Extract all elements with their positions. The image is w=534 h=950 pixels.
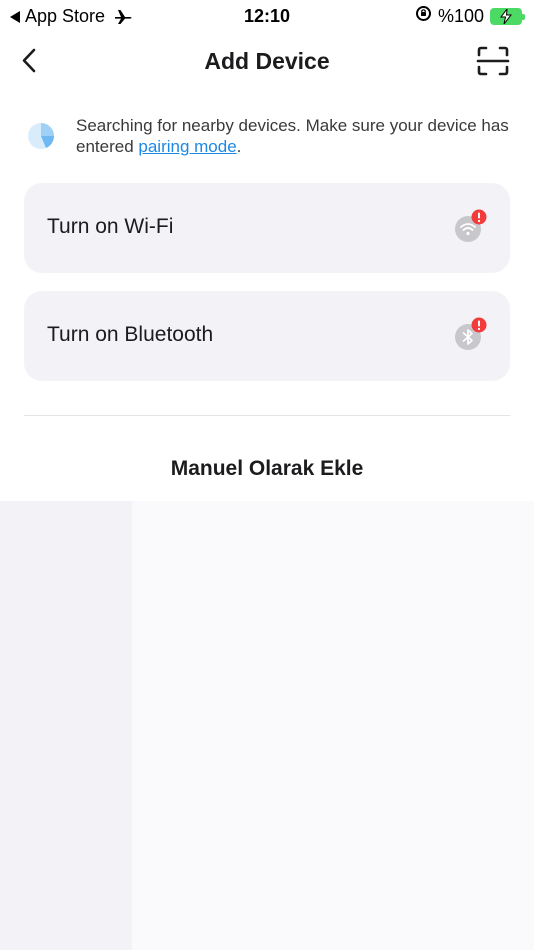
scan-icon [476,46,510,76]
turn-on-wifi-label: Turn on Wi-Fi [47,215,174,238]
turn-on-bluetooth-card[interactable]: Turn on Bluetooth [24,291,510,381]
device-list-area [132,501,534,950]
add-device-screen: App Store 12:10 %100 Add Device Searchin… [0,0,534,950]
navigation-bar: Add Device [0,36,534,88]
searching-banner: Searching for nearby devices. Make sure … [24,114,510,160]
bluetooth-off-icon [455,317,487,350]
scan-qr-button[interactable] [476,46,510,76]
manual-add-title: Manuel Olarak Ekle [170,457,364,480]
wifi-off-icon [455,209,487,242]
category-sidebar[interactable] [0,501,132,950]
turn-on-wifi-card[interactable]: Turn on Wi-Fi [24,183,510,273]
searching-message-suffix: . [236,137,242,156]
turn-on-bluetooth-label: Turn on Bluetooth [47,323,214,346]
battery-percent: %100 [437,5,484,26]
searching-message: Searching for nearby devices. Make sure … [76,115,516,157]
pairing-mode-link[interactable]: pairing mode [138,137,236,156]
battery-charging-icon [490,7,525,25]
page-title: Add Device [204,48,330,74]
status-bar: App Store 12:10 %100 [0,0,534,34]
status-right-group: %100 [415,5,525,27]
searching-spinner-icon [28,123,54,149]
orientation-lock-icon [415,5,432,27]
section-divider [24,415,510,416]
